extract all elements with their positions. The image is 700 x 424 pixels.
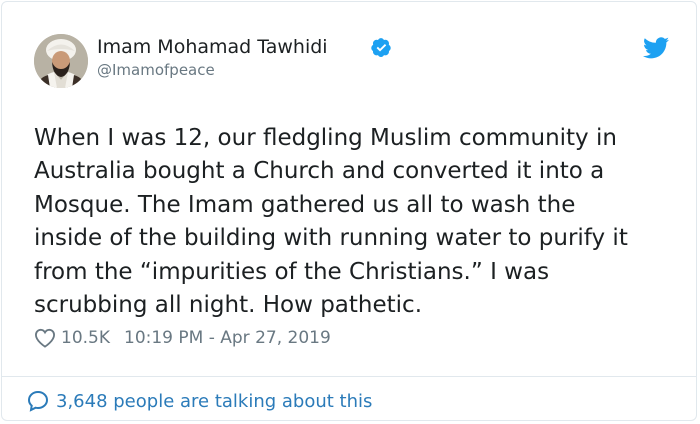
- tweet-text: When I was 12, our fledgling Muslim comm…: [34, 122, 674, 322]
- avatar[interactable]: [34, 34, 88, 88]
- divider: [2, 376, 696, 377]
- tweet-text-line: from the “impurities of the Christians.”…: [34, 258, 550, 285]
- talking-label: 3,648 people are talking about this: [56, 390, 373, 412]
- tweet-text-line: Mosque. The Imam gathered us all to wash…: [34, 191, 576, 218]
- tweet-text-line: When I was 12, our fledgling Muslim comm…: [34, 125, 617, 151]
- tweet-text-line: inside of the building with running wate…: [34, 225, 628, 252]
- tweet-text-line: scrubbing all night. How pathetic.: [34, 292, 423, 319]
- avatar-image: [34, 34, 88, 88]
- like-count[interactable]: 10.5K: [61, 328, 110, 348]
- author-handle[interactable]: @Imamofpeace: [97, 60, 215, 80]
- tweet-text-line: Australia bought a Church and converted …: [34, 158, 605, 185]
- author-name[interactable]: Imam Mohamad Tawhidi: [97, 35, 328, 59]
- verified-badge-icon: [371, 38, 391, 57]
- tweet-timestamp[interactable]: 10:19 PM - Apr 27, 2019: [124, 328, 331, 348]
- heart-icon[interactable]: [34, 328, 56, 348]
- tweet-meta: 10.5K 10:19 PM - Apr 27, 2019: [34, 325, 331, 351]
- twitter-bird-icon[interactable]: [643, 37, 669, 59]
- talking-link[interactable]: 3,648 people are talking about this: [26, 388, 372, 414]
- tweet-card: Imam Mohamad Tawhidi @Imamofpeace When I…: [1, 1, 697, 421]
- speech-bubble-icon: [27, 390, 49, 412]
